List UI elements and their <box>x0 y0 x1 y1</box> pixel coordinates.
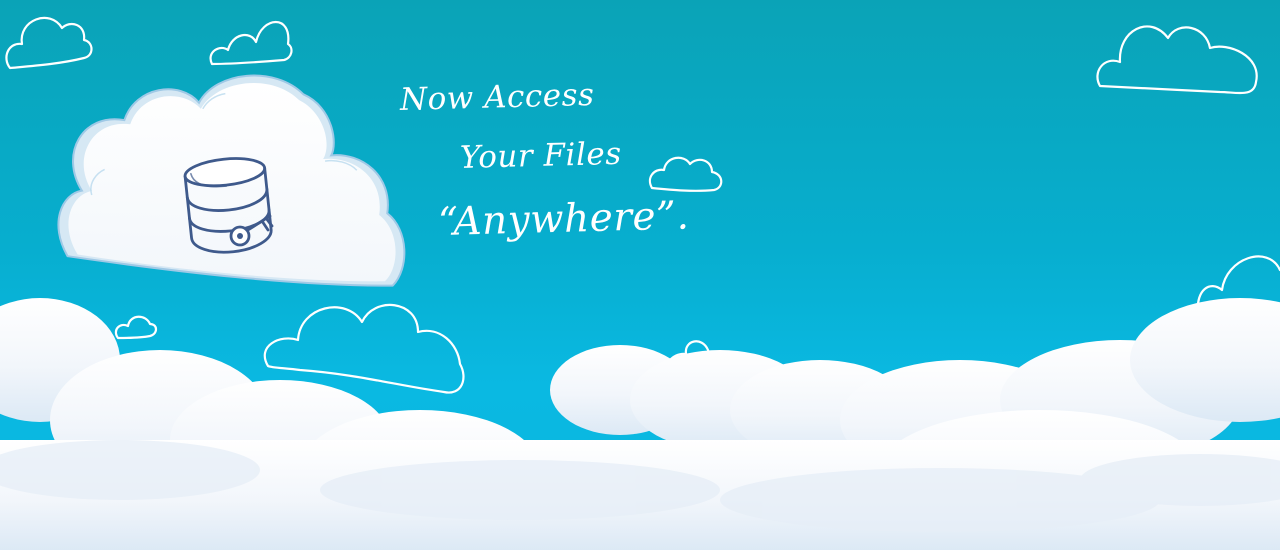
headline-line-3: “Anywhere”. <box>437 193 690 245</box>
doodle-cloud-top-left <box>5 16 93 70</box>
headline-line-2: Your Files <box>459 135 623 176</box>
banner-scene <box>0 16 1280 550</box>
headline-line-1: Now Access <box>399 76 595 118</box>
doodle-cloud-top-right <box>1096 25 1258 95</box>
doodle-cloud-small-top <box>209 20 293 66</box>
doodle-cloud-tiny <box>114 315 158 340</box>
doodle-cloud-mid <box>648 156 723 192</box>
doodle-cloud-outline-large <box>263 303 465 394</box>
